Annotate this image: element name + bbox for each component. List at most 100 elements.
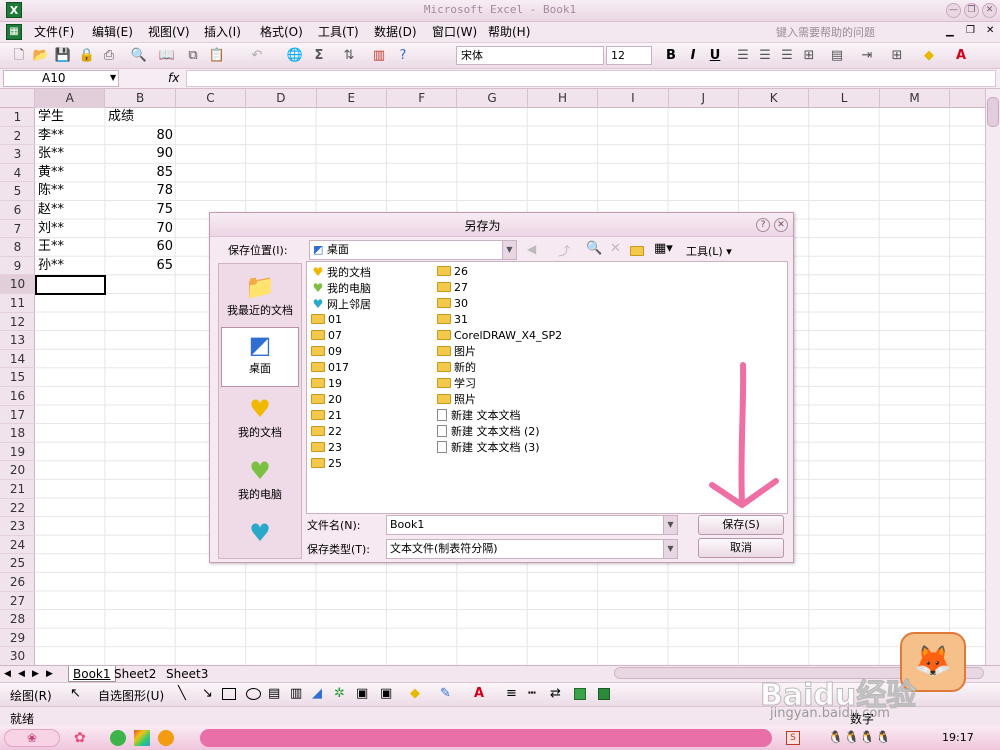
underline-button[interactable]: U xyxy=(706,47,724,65)
filename-input[interactable]: Book1 ▼ xyxy=(386,515,678,535)
arrow-tool-icon[interactable]: ↘ xyxy=(202,686,213,701)
align-right-icon[interactable]: ☰ xyxy=(778,47,796,65)
row-header[interactable]: 19 xyxy=(0,443,35,462)
minimize-icon[interactable]: — xyxy=(946,3,961,18)
align-left-icon[interactable]: ☰ xyxy=(734,47,752,65)
vertical-scrollbar[interactable] xyxy=(985,89,1000,666)
file-list-item[interactable]: 26 xyxy=(437,264,562,280)
help-search-input[interactable]: 键入需要帮助的问题 xyxy=(776,24,916,41)
chart-wizard-icon[interactable]: ▥ xyxy=(370,47,388,65)
place-my-documents[interactable]: ♥ 我的文档 xyxy=(221,392,299,452)
tab-scroll-prev-icon[interactable]: ◀ xyxy=(18,666,25,682)
file-list-item[interactable]: 31 xyxy=(437,312,562,328)
tab-scroll-first-icon[interactable]: ◀ xyxy=(4,666,11,682)
row-header[interactable]: 9 xyxy=(0,257,35,276)
vertical-textbox-icon[interactable]: ▥ xyxy=(290,686,302,701)
open-icon[interactable]: 📂 xyxy=(32,47,50,65)
row-header[interactable]: 25 xyxy=(0,554,35,573)
select-all-corner[interactable] xyxy=(0,89,35,108)
place-desktop[interactable]: ◩ 桌面 xyxy=(221,327,299,387)
autosum-icon[interactable]: Σ xyxy=(310,47,328,65)
close-icon[interactable]: ✕ xyxy=(982,3,997,18)
file-list-item[interactable]: 照片 xyxy=(437,392,562,408)
cell-student-name[interactable]: 李** xyxy=(38,127,64,145)
file-list-item[interactable]: 09 xyxy=(311,344,371,360)
menu-tools[interactable]: 工具(T) xyxy=(318,24,359,41)
cell-score[interactable]: 65 xyxy=(105,257,173,275)
cell-student-name[interactable]: 张** xyxy=(38,145,64,163)
active-cell-a10[interactable] xyxy=(35,275,106,295)
cell-student-name[interactable]: 王** xyxy=(38,238,64,256)
cell-student-name[interactable]: 刘** xyxy=(38,220,64,238)
fill-color-icon[interactable]: ◆ xyxy=(920,47,938,65)
cell-b1[interactable]: 成绩 xyxy=(108,108,134,126)
file-list-item[interactable]: 19 xyxy=(311,376,371,392)
undo-icon[interactable]: ↶ xyxy=(248,47,266,65)
arrow-style-icon[interactable]: ⇄ xyxy=(550,686,561,701)
dialog-help-icon[interactable]: ? xyxy=(756,218,770,232)
paste-icon[interactable]: 📋 xyxy=(208,47,226,65)
column-header[interactable]: D xyxy=(246,89,317,108)
name-box-dropdown-icon[interactable]: ▼ xyxy=(110,73,116,82)
doc-restore-icon[interactable]: ❐ xyxy=(966,25,975,36)
tab-book1[interactable]: Book1 xyxy=(68,666,116,682)
file-list-item[interactable]: 07 xyxy=(311,328,371,344)
cell-score[interactable]: 60 xyxy=(105,238,173,256)
new-folder-icon[interactable] xyxy=(630,244,647,258)
column-header[interactable]: L xyxy=(809,89,880,108)
start-button[interactable]: ❀ xyxy=(4,729,60,747)
cell-score[interactable]: 70 xyxy=(105,220,173,238)
search-web-icon[interactable]: 🔍 xyxy=(586,241,602,256)
cell-student-name[interactable]: 孙** xyxy=(38,257,64,275)
cell-score[interactable]: 90 xyxy=(105,145,173,163)
column-header[interactable]: M xyxy=(880,89,951,108)
print-preview-icon[interactable]: 🔍 xyxy=(130,47,148,65)
row-header[interactable]: 12 xyxy=(0,313,35,332)
autoshapes-menu-button[interactable]: 自选图形(U) xyxy=(98,687,164,704)
textbox-tool-icon[interactable]: ▤ xyxy=(268,686,280,701)
currency-icon[interactable]: ▤ xyxy=(828,47,846,65)
column-header[interactable]: H xyxy=(528,89,599,108)
file-list-item[interactable]: 新建 文本文档 xyxy=(437,408,562,424)
menu-file[interactable]: 文件(F) xyxy=(34,24,74,41)
print-icon[interactable]: ⎙ xyxy=(100,47,118,65)
file-list-item[interactable]: 21 xyxy=(311,408,371,424)
permission-icon[interactable]: 🔒 xyxy=(78,47,96,65)
views-icon[interactable]: ▦▾ xyxy=(654,241,673,256)
file-list-item[interactable]: ♥ 我的文档 xyxy=(311,264,371,280)
quicklaunch-flower-icon[interactable]: ✿ xyxy=(74,730,86,746)
column-header[interactable]: B xyxy=(105,89,176,108)
tab-sheet2[interactable]: Sheet2 xyxy=(114,666,156,682)
menu-window[interactable]: 窗口(W) xyxy=(432,24,477,41)
column-header[interactable]: C xyxy=(176,89,247,108)
rectangle-tool-icon[interactable] xyxy=(222,688,236,700)
row-header[interactable]: 3 xyxy=(0,145,35,164)
row-header[interactable]: 6 xyxy=(0,201,35,220)
row-header[interactable]: 17 xyxy=(0,406,35,425)
file-list-item[interactable]: 20 xyxy=(311,392,371,408)
quicklaunch-browser-icon[interactable] xyxy=(158,730,174,746)
row-header[interactable]: 1 xyxy=(0,108,35,127)
cell-student-name[interactable]: 黄** xyxy=(38,164,64,182)
file-list-item[interactable]: 22 xyxy=(311,424,371,440)
quicklaunch-color-icon[interactable] xyxy=(134,730,150,746)
tray-qq-icons[interactable]: 🐧🐧🐧🐧 xyxy=(828,730,892,744)
column-header[interactable]: E xyxy=(317,89,387,108)
file-list-item[interactable]: 新的 xyxy=(437,360,562,376)
row-header[interactable]: 7 xyxy=(0,220,35,239)
tray-s-icon[interactable]: S xyxy=(786,731,800,745)
file-list-item[interactable]: 新建 文本文档 (2) xyxy=(437,424,562,440)
column-header[interactable]: K xyxy=(739,89,810,108)
row-header[interactable]: 16 xyxy=(0,387,35,406)
column-header[interactable]: G xyxy=(457,89,528,108)
shadow-style-icon[interactable] xyxy=(574,688,586,700)
font-color-draw-icon[interactable]: A xyxy=(474,686,484,701)
file-list-item[interactable]: 25 xyxy=(311,456,371,472)
line-style-icon[interactable]: ≡ xyxy=(506,686,517,701)
tab-sheet3[interactable]: Sheet3 xyxy=(166,666,208,682)
place-network[interactable]: ♥ xyxy=(221,516,299,556)
insert-function-icon[interactable]: fx xyxy=(168,71,179,85)
file-list-item[interactable]: 01 xyxy=(311,312,371,328)
row-header[interactable]: 14 xyxy=(0,350,35,369)
up-folder-icon[interactable]: ⤴ xyxy=(558,242,570,259)
